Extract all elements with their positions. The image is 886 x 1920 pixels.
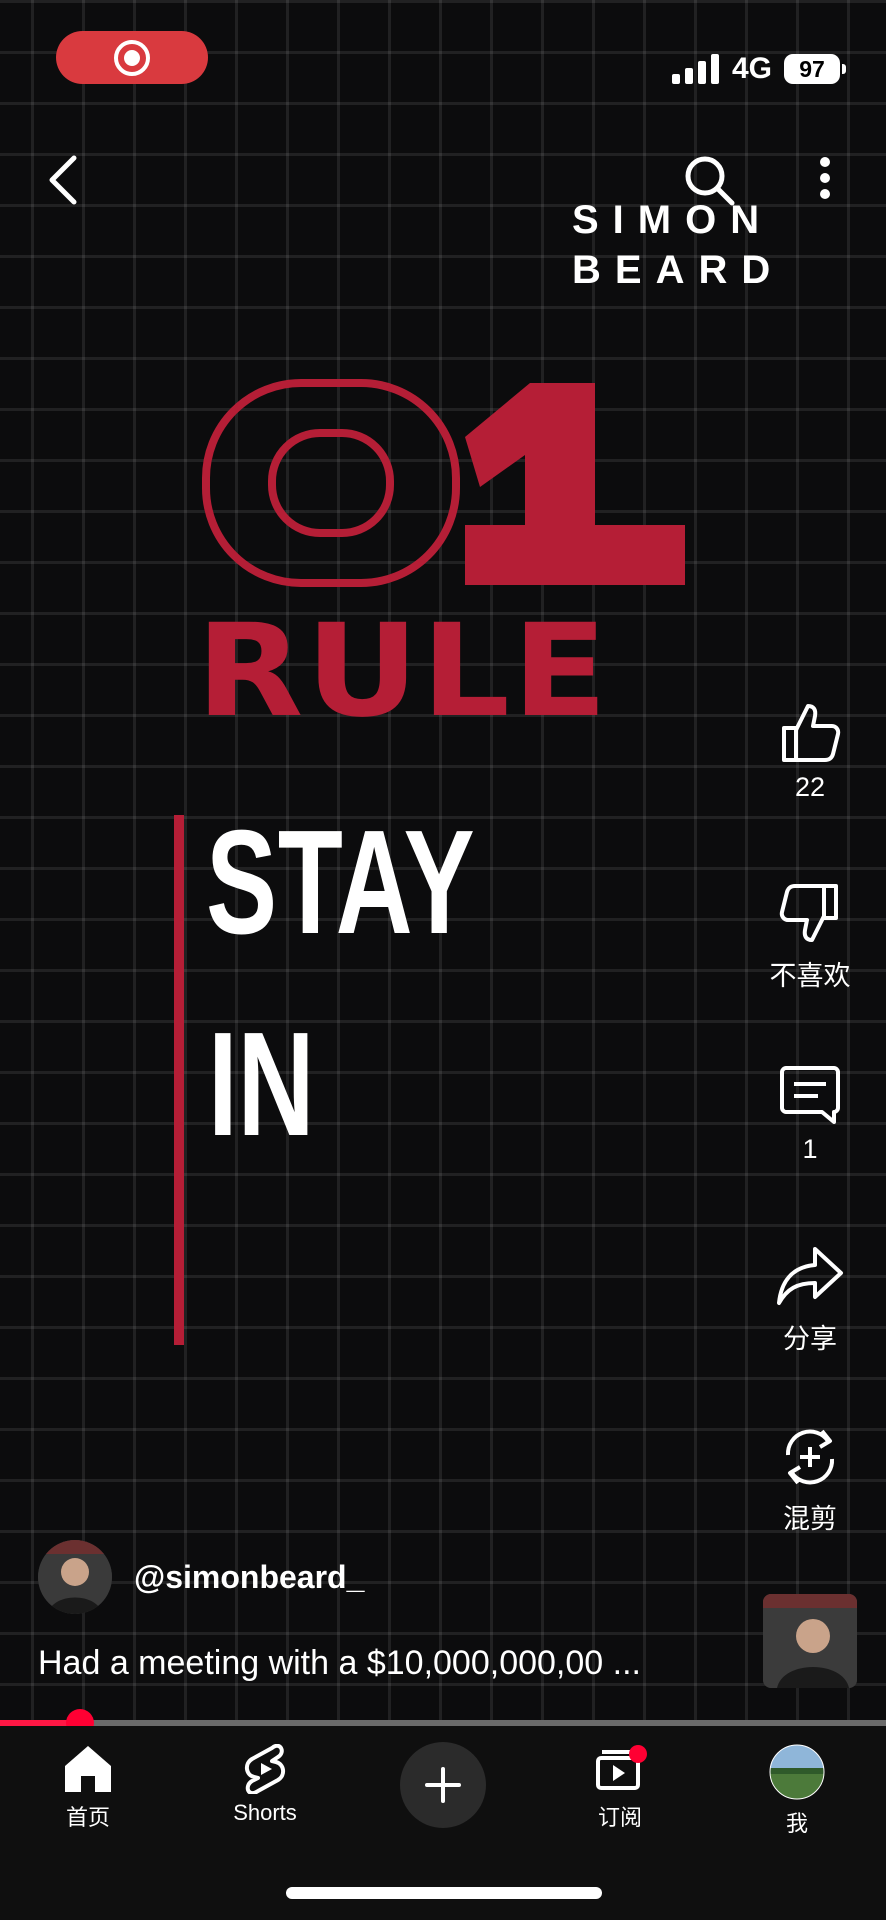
nav-shorts-label: Shorts [233,1800,297,1825]
share-label: 分享 [783,1324,837,1354]
subscriptions-icon [596,1745,647,1790]
dislike-button[interactable]: 不喜欢 [760,882,860,993]
shorts-player-screen: 4G 97 SIMON BEARD RULE STAY IN 22 不喜欢 1 … [0,0,886,1920]
remix-label: 混剪 [783,1504,837,1534]
shorts-icon [245,1744,285,1794]
nav-subscriptions[interactable]: 订阅 [560,1744,680,1832]
remix-icon [785,1429,835,1485]
dislike-label: 不喜欢 [769,961,851,991]
remix-button[interactable]: 混剪 [760,1425,860,1536]
sound-thumbnail-image [763,1594,857,1688]
channel-info[interactable]: @simonbeard_ [38,1540,364,1614]
record-icon [114,39,150,76]
channel-avatar[interactable] [38,1540,112,1614]
thumbs-down-icon [779,884,838,942]
overlay-word-stay: STAY [206,800,476,965]
nav-home[interactable]: 首页 [28,1744,148,1832]
home-indicator[interactable] [286,1887,602,1899]
brand-line-1: SIMON [572,198,774,242]
like-button[interactable]: 22 [760,700,860,803]
like-count: 22 [794,772,826,802]
nav-home-label: 首页 [65,1805,110,1830]
nav-subscriptions-label: 订阅 [597,1805,642,1830]
comment-icon [780,1066,840,1124]
nav-you[interactable]: 我 [737,1744,857,1838]
home-icon [65,1746,111,1792]
nav-shorts[interactable]: Shorts [205,1744,325,1826]
sound-thumbnail[interactable] [763,1594,857,1688]
video-caption[interactable]: Had a meeting with a $10,000,000,00 ... [38,1644,641,1683]
back-button[interactable] [40,150,90,210]
signal-icon [671,54,719,84]
more-options-button[interactable] [808,152,842,212]
battery-level: 97 [784,54,846,84]
more-vertical-icon [820,157,830,199]
accent-bar [174,815,184,1345]
rule-number-graphic [202,379,685,587]
comments-button[interactable]: 1 [760,1062,860,1165]
rule-headline: RULE [196,597,610,746]
overlay-word-in: IN [208,1002,315,1167]
brand-line-2: BEARD [572,248,785,292]
share-button[interactable]: 分享 [760,1245,860,1356]
profile-avatar-icon [769,1744,825,1800]
network-type: 4G [731,52,772,85]
plus-icon [425,1767,461,1803]
comment-count: 1 [802,1134,818,1164]
channel-handle[interactable]: @simonbeard_ [134,1559,364,1596]
avatar-portrait-icon [38,1540,112,1614]
video-brand-watermark: SIMON BEARD [572,195,812,295]
screen-recording-indicator[interactable] [56,31,208,84]
nav-you-label: 我 [785,1811,808,1836]
create-button[interactable] [400,1742,486,1828]
thumbs-up-icon [782,704,841,762]
status-bar-right: 4G 97 [671,52,846,86]
chevron-left-icon [49,155,77,205]
share-icon [777,1247,843,1305]
